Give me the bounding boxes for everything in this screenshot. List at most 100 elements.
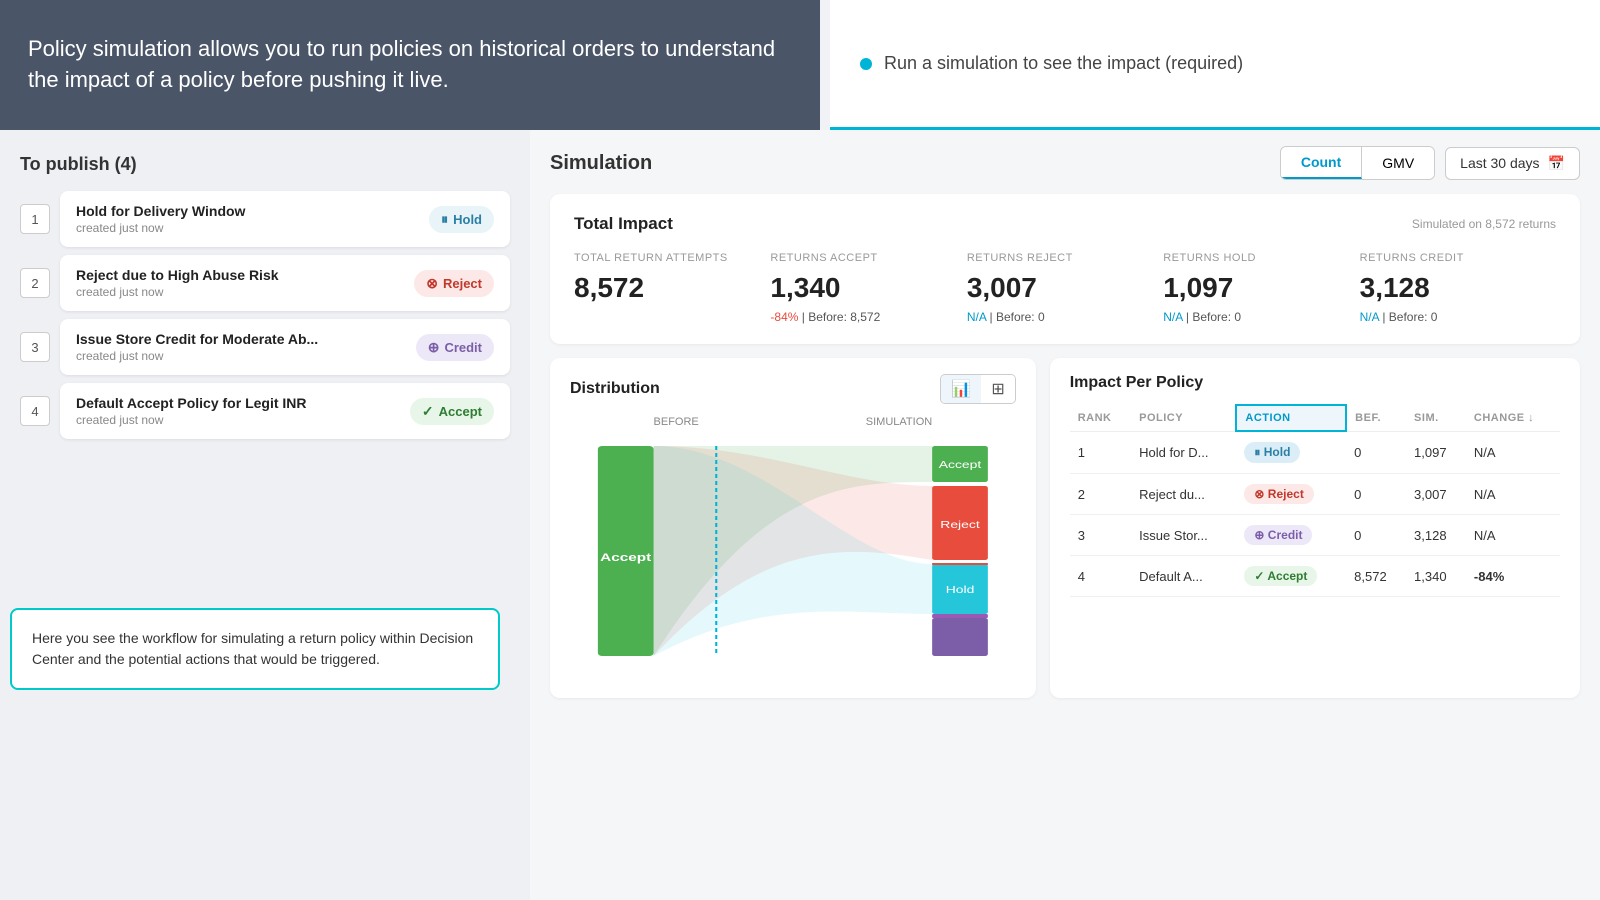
distribution-card: Distribution 📊 ⊞ BEFORE SIMULATION <box>550 358 1036 698</box>
policy-name-3: Issue Store Credit for Moderate Ab... <box>76 331 318 347</box>
stat-change-reject: N/A | Before: 0 <box>967 310 1163 324</box>
policy-name-row-4: Default A... <box>1131 556 1236 597</box>
distribution-chart: Accept Accept Reject Hold <box>570 436 1016 666</box>
col-policy: POLICY <box>1131 405 1236 431</box>
policy-date-4: created just now <box>76 413 307 427</box>
reject-pill-2: ⊗ Reject <box>1244 484 1313 504</box>
reject-label: Reject <box>443 276 482 291</box>
sim-4: 1,340 <box>1406 556 1466 597</box>
simulation-title: Simulation <box>550 152 652 175</box>
stat-value-hold: 1,097 <box>1163 272 1359 304</box>
policy-card-credit[interactable]: Issue Store Credit for Moderate Ab... cr… <box>60 319 510 375</box>
accept-icon: ✓ <box>422 403 434 420</box>
date-range-label: Last 30 days <box>1460 155 1539 171</box>
policy-card-reject[interactable]: Reject due to High Abuse Risk created ju… <box>60 255 510 311</box>
action-cell-4: ✓ Accept <box>1236 556 1346 597</box>
left-panel: To publish (4) 1 Hold for Delivery Windo… <box>0 130 530 900</box>
to-publish-title: To publish (4) <box>20 154 510 175</box>
stat-reject: RETURNS REJECT 3,007 N/A | Before: 0 <box>967 252 1163 324</box>
accept-neg-change: -84% <box>770 310 798 324</box>
policy-info-4: Default Accept Policy for Legit INR crea… <box>76 395 307 427</box>
right-header: Run a simulation to see the impact (requ… <box>830 0 1600 130</box>
accept-change-rest: | Before: 8,572 <box>802 310 881 324</box>
col-bef: BEF. <box>1346 405 1406 431</box>
credit-top-indicator <box>932 614 988 618</box>
rank-4: 4 <box>1070 556 1131 597</box>
policy-row: 1 Hold for Delivery Window created just … <box>20 191 510 247</box>
policy-card-accept[interactable]: Default Accept Policy for Legit INR crea… <box>60 383 510 439</box>
policy-name-2: Reject due to High Abuse Risk <box>76 267 279 283</box>
simulation-controls: Count GMV Last 30 days 📅 <box>1280 146 1580 180</box>
hold-change-rest: | Before: 0 <box>1186 310 1241 324</box>
action-badge-accept: ✓ Accept <box>410 398 494 425</box>
stat-label-accept: RETURNS ACCEPT <box>770 252 966 264</box>
table-row: 1 Hold for D... ⏸ Hold 0 1,097 N/A <box>1070 431 1560 474</box>
change-3: N/A <box>1466 515 1560 556</box>
simulated-on-text: Simulated on 8,572 returns <box>1412 217 1556 231</box>
stat-label-reject: RETURNS REJECT <box>967 252 1163 264</box>
charts-row: Distribution 📊 ⊞ BEFORE SIMULATION <box>550 358 1580 698</box>
bar-chart-btn[interactable]: 📊 <box>941 375 981 403</box>
simulation-label: SIMULATION <box>866 416 932 428</box>
policy-name-row-2: Reject du... <box>1131 474 1236 515</box>
sim-2: 3,007 <box>1406 474 1466 515</box>
before-3: 0 <box>1346 515 1406 556</box>
page-layout: Policy simulation allows you to run poli… <box>0 0 1600 900</box>
stat-label-hold: RETURNS HOLD <box>1163 252 1359 264</box>
policy-date-2: created just now <box>76 285 279 299</box>
calendar-icon: 📅 <box>1548 155 1565 172</box>
hold-na-change: N/A <box>1163 310 1182 324</box>
credit-change-rest: | Before: 0 <box>1382 310 1437 324</box>
sim-accept-label: Accept <box>939 459 982 471</box>
policy-date-1: created just now <box>76 221 245 235</box>
action-cell-3: ⊕ Credit <box>1236 515 1346 556</box>
stat-hold: RETURNS HOLD 1,097 N/A | Before: 0 <box>1163 252 1359 324</box>
stat-credit: RETURNS CREDIT 3,128 N/A | Before: 0 <box>1360 252 1556 324</box>
col-sim: SIM. <box>1406 405 1466 431</box>
date-range-picker[interactable]: Last 30 days 📅 <box>1445 147 1580 180</box>
table-row: 4 Default A... ✓ Accept 8,572 1,340 -84% <box>1070 556 1560 597</box>
before-accept-label: Accept <box>600 551 652 563</box>
change-2: N/A <box>1466 474 1560 515</box>
sim-3: 3,128 <box>1406 515 1466 556</box>
before-label: BEFORE <box>654 416 699 428</box>
stat-value-accept: 1,340 <box>770 272 966 304</box>
action-cell-2: ⊗ Reject <box>1236 474 1346 515</box>
stat-label-total: TOTAL RETURN ATTEMPTS <box>574 252 770 264</box>
count-tab[interactable]: Count <box>1281 147 1362 179</box>
policy-number-1: 1 <box>20 204 50 234</box>
stat-change-accept: -84% | Before: 8,572 <box>770 310 966 324</box>
stat-accept: RETURNS ACCEPT 1,340 -84% | Before: 8,57… <box>770 252 966 324</box>
table-row: 2 Reject du... ⊗ Reject 0 3,007 N/A <box>1070 474 1560 515</box>
impact-card-title: Total Impact <box>574 214 673 234</box>
stat-change-hold: N/A | Before: 0 <box>1163 310 1359 324</box>
before-4: 8,572 <box>1346 556 1406 597</box>
policy-name-1: Hold for Delivery Window <box>76 203 245 219</box>
policy-card-hold[interactable]: Hold for Delivery Window created just no… <box>60 191 510 247</box>
policy-impact-table: RANK POLICY ACTION BEF. SIM. CHANGE ↓ 1 <box>1070 404 1560 597</box>
sim-credit-bar <box>932 618 988 656</box>
gmv-tab[interactable]: GMV <box>1362 147 1434 179</box>
table-row: 3 Issue Stor... ⊕ Credit 0 3,128 N/A <box>1070 515 1560 556</box>
change-1: N/A <box>1466 431 1560 474</box>
action-badge-credit: ⊕ Credit <box>416 334 494 361</box>
credit-pill-3: ⊕ Credit <box>1244 525 1312 545</box>
stat-total-return: TOTAL RETURN ATTEMPTS 8,572 <box>574 252 770 324</box>
total-impact-card: Total Impact Simulated on 8,572 returns … <box>550 194 1580 344</box>
impact-per-policy-card: Impact Per Policy RANK POLICY ACTION BEF… <box>1050 358 1580 698</box>
simulation-prompt: Run a simulation to see the impact (requ… <box>884 53 1243 74</box>
distribution-title: Distribution <box>570 380 660 398</box>
stat-value-reject: 3,007 <box>967 272 1163 304</box>
before-1: 0 <box>1346 431 1406 474</box>
policy-row: 4 Default Accept Policy for Legit INR cr… <box>20 383 510 439</box>
policy-row: 2 Reject due to High Abuse Risk created … <box>20 255 510 311</box>
table-chart-btn[interactable]: ⊞ <box>981 375 1014 403</box>
accept-label: Accept <box>439 404 482 419</box>
rank-2: 2 <box>1070 474 1131 515</box>
right-panel: Simulation Count GMV Last 30 days 📅 Tota… <box>530 130 1600 900</box>
sim-hold-label: Hold <box>946 584 975 596</box>
impact-per-policy-header: Impact Per Policy <box>1070 374 1560 392</box>
stat-value-total: 8,572 <box>574 272 770 304</box>
stat-label-credit: RETURNS CREDIT <box>1360 252 1556 264</box>
hold-icon: ⏸ <box>441 211 448 228</box>
